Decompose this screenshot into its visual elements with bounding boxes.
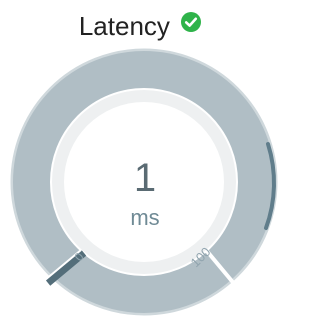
latency-gauge-widget: Latency 0 100 1 ms	[0, 0, 280, 326]
gauge-value: 1	[133, 156, 157, 200]
gauge-unit: ms	[130, 205, 160, 230]
